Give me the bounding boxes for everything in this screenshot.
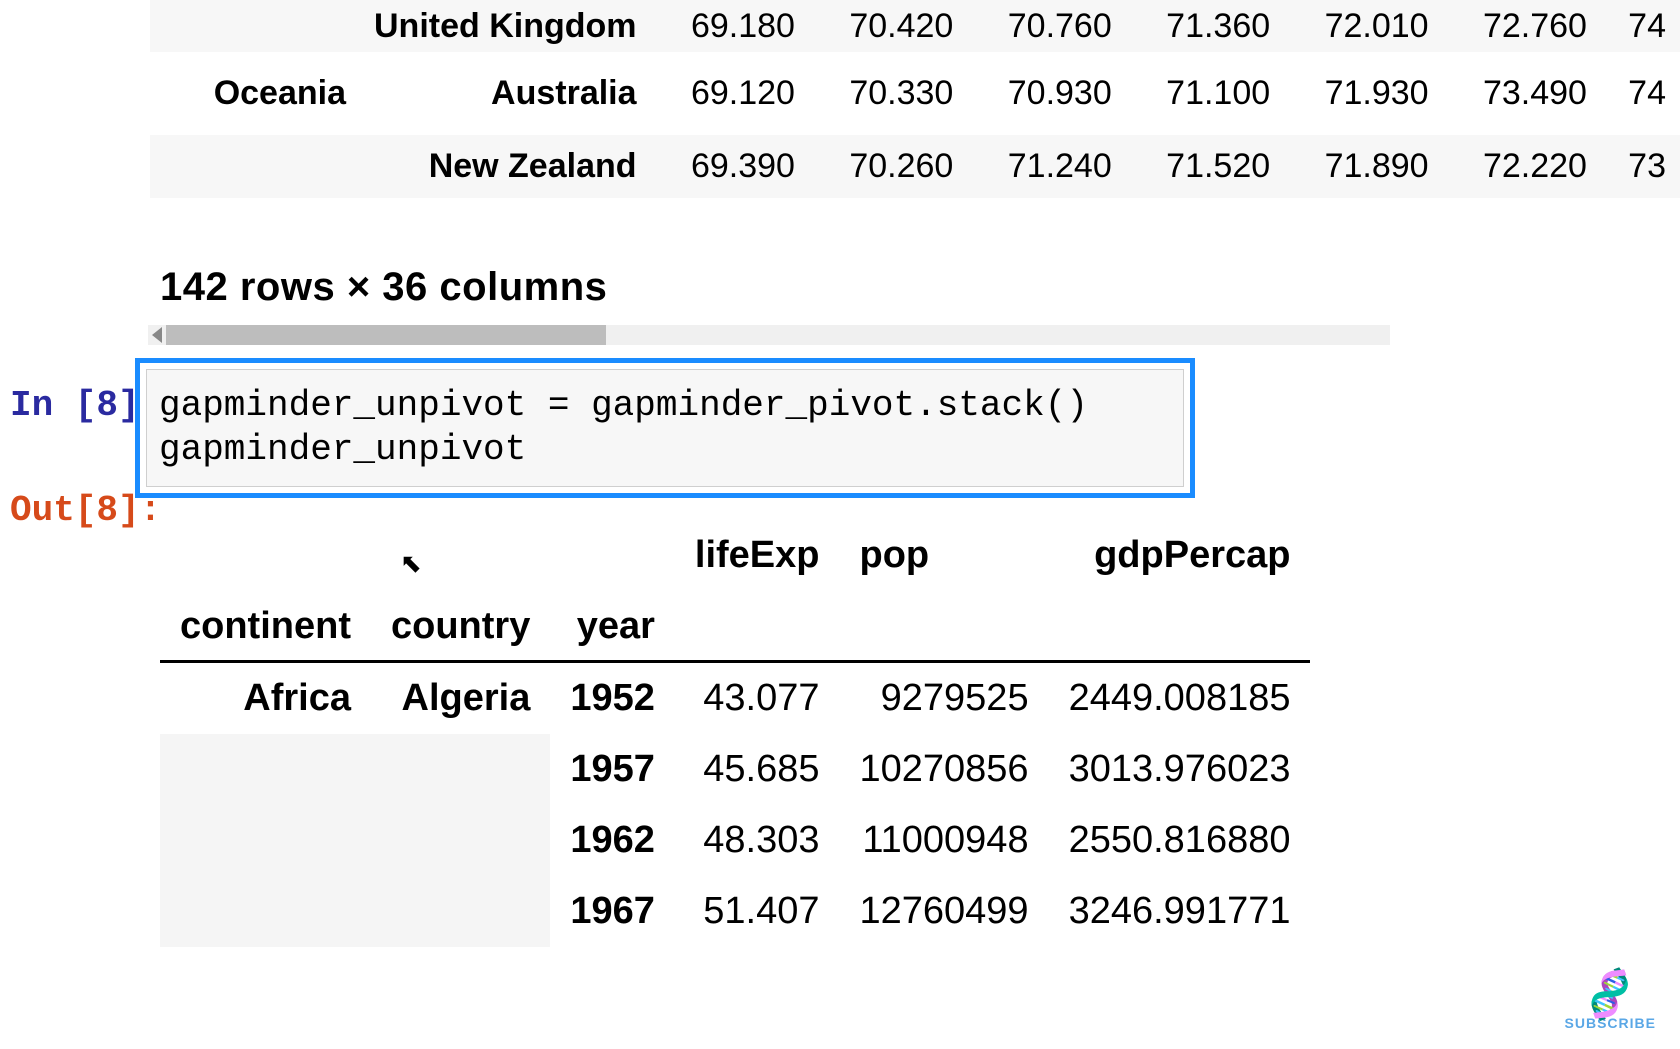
value-cell: 72.010 <box>1284 0 1442 52</box>
col-header: gdpPercap <box>1049 520 1311 591</box>
output-table: lifeExp pop gdpPercap continent country … <box>160 520 1310 947</box>
output-table-wrap: lifeExp pop gdpPercap continent country … <box>160 520 1230 947</box>
value-cell: 69.180 <box>651 0 809 52</box>
country-cell: New Zealand <box>360 135 651 198</box>
gdp-cell: 3013.976023 <box>1049 734 1311 805</box>
header-row: lifeExp pop gdpPercap <box>160 520 1310 591</box>
continent-cell <box>160 734 371 805</box>
country-cell: Algeria <box>371 662 550 735</box>
value-cell: 72.220 <box>1443 135 1601 198</box>
year-cell: 1952 <box>550 662 675 735</box>
value-cell: 70.760 <box>967 0 1125 52</box>
value-cell: 70.420 <box>809 0 967 52</box>
country-cell <box>371 805 550 876</box>
value-cell: 69.390 <box>651 135 809 198</box>
pop-cell: 12760499 <box>840 876 1049 947</box>
col-header <box>371 520 550 591</box>
index-header: year <box>550 591 675 662</box>
pop-cell: 10270856 <box>840 734 1049 805</box>
value-cell: 71.520 <box>1126 135 1284 198</box>
code-editor[interactable]: gapminder_unpivot = gapminder_pivot.stac… <box>146 369 1184 487</box>
continent-cell <box>160 805 371 876</box>
value-cell: 71.240 <box>967 135 1125 198</box>
continent-cell: Oceania <box>150 52 360 135</box>
index-header: country <box>371 591 550 662</box>
table-row: 1967 51.407 12760499 3246.991771 <box>160 876 1310 947</box>
scroll-left-icon[interactable] <box>152 327 162 343</box>
header-row: continent country year <box>160 591 1310 662</box>
col-header: pop <box>840 520 1049 591</box>
value-cell: 69.120 <box>651 52 809 135</box>
value-cell: 74 <box>1601 0 1680 52</box>
pop-cell: 11000948 <box>840 805 1049 876</box>
country-cell: Australia <box>360 52 651 135</box>
horizontal-scrollbar[interactable] <box>148 325 1390 345</box>
scrollbar-thumb[interactable] <box>166 325 606 345</box>
col-header: lifeExp <box>675 520 840 591</box>
code-cell-selected[interactable]: gapminder_unpivot = gapminder_pivot.stac… <box>135 358 1195 498</box>
country-cell: United Kingdom <box>360 0 651 52</box>
value-cell: 70.330 <box>809 52 967 135</box>
value-cell: 73 <box>1601 135 1680 198</box>
col-header <box>1049 591 1311 662</box>
table-row: 1957 45.685 10270856 3013.976023 <box>160 734 1310 805</box>
value-cell: 74 <box>1601 52 1680 135</box>
lifeexp-cell: 48.303 <box>675 805 840 876</box>
dataframe-shape-label: 142 rows × 36 columns <box>160 265 607 310</box>
pivot-table: United Kingdom 69.180 70.420 70.760 71.3… <box>150 0 1680 198</box>
country-cell <box>371 734 550 805</box>
year-cell: 1957 <box>550 734 675 805</box>
pop-cell: 9279525 <box>840 662 1049 735</box>
lifeexp-cell: 43.077 <box>675 662 840 735</box>
year-cell: 1967 <box>550 876 675 947</box>
year-cell: 1962 <box>550 805 675 876</box>
continent-cell <box>160 876 371 947</box>
value-cell: 73.490 <box>1443 52 1601 135</box>
table-row: New Zealand 69.390 70.260 71.240 71.520 … <box>150 135 1680 198</box>
value-cell: 70.260 <box>809 135 967 198</box>
value-cell: 72.760 <box>1443 0 1601 52</box>
pivot-table-fragment: United Kingdom 69.180 70.420 70.760 71.3… <box>150 0 1680 198</box>
col-header <box>675 591 840 662</box>
table-row: 1962 48.303 11000948 2550.816880 <box>160 805 1310 876</box>
continent-cell <box>150 0 360 52</box>
continent-cell <box>150 135 360 198</box>
country-cell <box>371 876 550 947</box>
gdp-cell: 2449.008185 <box>1049 662 1311 735</box>
gdp-cell: 3246.991771 <box>1049 876 1311 947</box>
gdp-cell: 2550.816880 <box>1049 805 1311 876</box>
lifeexp-cell: 45.685 <box>675 734 840 805</box>
value-cell: 70.930 <box>967 52 1125 135</box>
continent-cell: Africa <box>160 662 371 735</box>
lifeexp-cell: 51.407 <box>675 876 840 947</box>
col-header <box>840 591 1049 662</box>
output-prompt: Out[8]: <box>10 490 161 531</box>
table-row: Oceania Australia 69.120 70.330 70.930 7… <box>150 52 1680 135</box>
table-row: Africa Algeria 1952 43.077 9279525 2449.… <box>160 662 1310 735</box>
value-cell: 71.890 <box>1284 135 1442 198</box>
value-cell: 71.930 <box>1284 52 1442 135</box>
value-cell: 71.360 <box>1126 0 1284 52</box>
col-header <box>160 520 371 591</box>
col-header <box>550 520 675 591</box>
index-header: continent <box>160 591 371 662</box>
dna-icon: 🧬 <box>1581 970 1640 1021</box>
subscribe-badge[interactable]: 🧬 SUBSCRIBE <box>1565 977 1656 1031</box>
table-row: United Kingdom 69.180 70.420 70.760 71.3… <box>150 0 1680 52</box>
value-cell: 71.100 <box>1126 52 1284 135</box>
